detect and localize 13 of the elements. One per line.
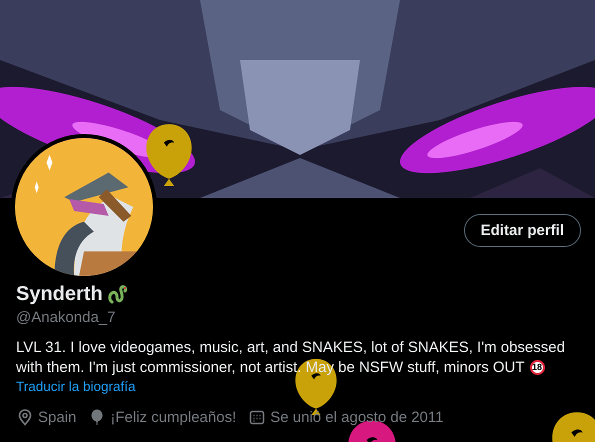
profile-meta-text: Spain: [38, 408, 76, 426]
snake-icon: [106, 284, 129, 306]
profile-meta-text: ¡Feliz cumpleaños!: [110, 408, 236, 426]
profile-meta-text: Se unió el agosto de 2011: [270, 408, 444, 426]
profile-name: Synderth: [16, 283, 103, 306]
bio-text: with them. I'm just commissioner, not artist. May be NSFW stuff, minors OUT: [16, 358, 525, 377]
adult-content-badge: 18: [530, 360, 545, 375]
profile-handle: @Anakonda_7: [16, 309, 116, 326]
edit-profile-button[interactable]: Editar perfil: [464, 214, 581, 247]
translate-bio-link[interactable]: Traducir la biografía: [16, 379, 579, 394]
calendar-icon: [248, 408, 266, 426]
location-pin-icon: [16, 408, 34, 426]
bio-text: LVL 31. I love videogames, music, art, and SNAKES, lot of SNAKES, I'm obsessed: [16, 338, 565, 358]
